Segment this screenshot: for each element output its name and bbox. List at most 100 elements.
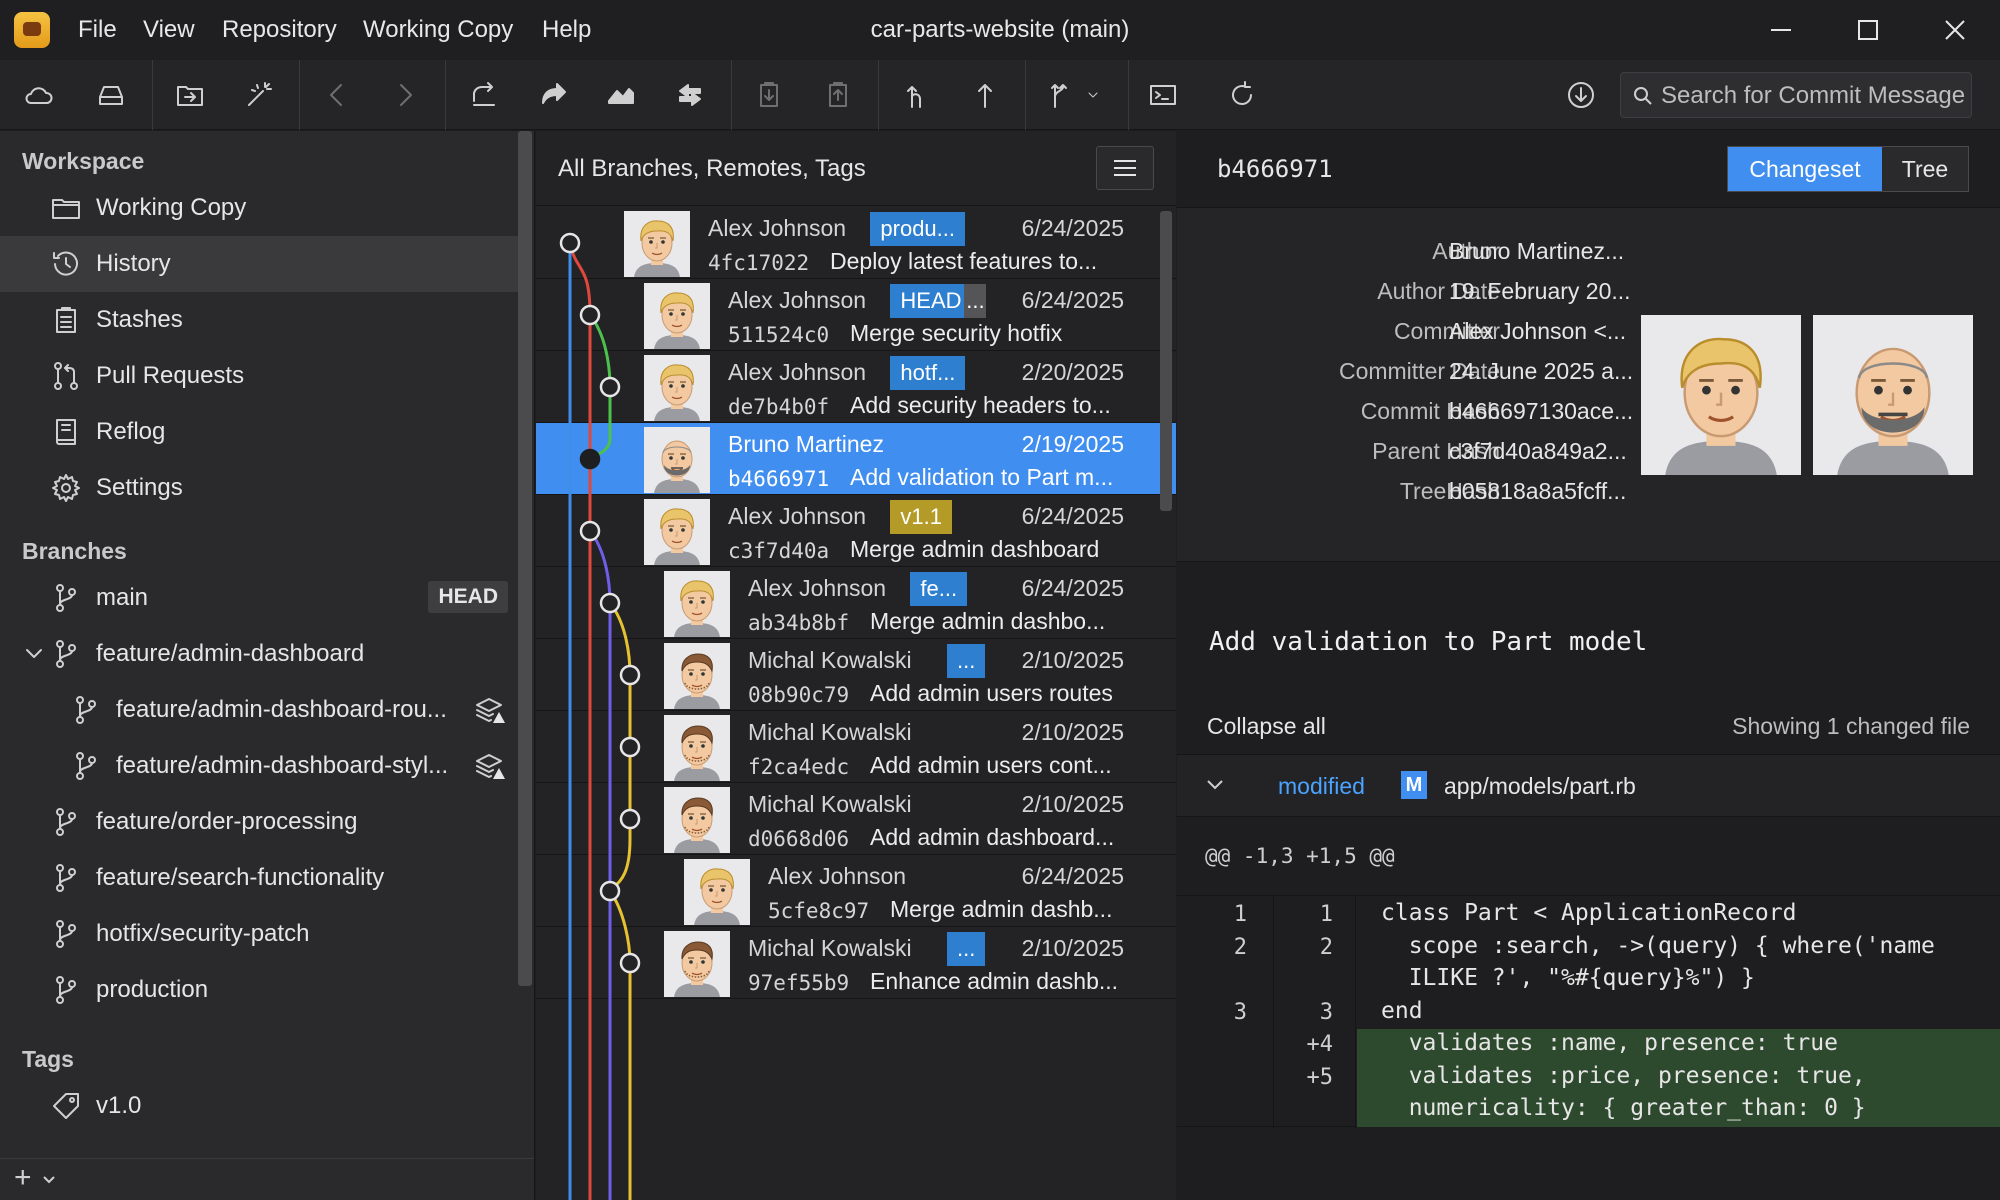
sidebar-item-history[interactable]: History — [0, 236, 518, 292]
sidebar-item-stashes[interactable]: Stashes — [0, 292, 518, 348]
commit-node[interactable] — [579, 520, 601, 542]
commit-node[interactable] — [599, 592, 621, 614]
meta-value[interactable]: 19. February 20... — [1449, 278, 1631, 305]
magic-wand-icon[interactable] — [236, 72, 282, 118]
commit-node[interactable] — [579, 448, 601, 470]
branch-item-search-functionality[interactable]: feature/search-functionality — [0, 850, 518, 906]
ref-badge[interactable]: v1.1 — [890, 500, 952, 534]
minimize-button[interactable] — [1738, 0, 1824, 60]
sidebar-item-working-copy[interactable]: Working Copy — [0, 180, 518, 236]
merge-dropdown-icon[interactable] — [1078, 72, 1108, 118]
commit-author: Alex Johnson — [728, 287, 867, 313]
ref-badge[interactable]: ... — [964, 284, 987, 318]
menu-repository[interactable]: Repository — [222, 16, 337, 44]
old-line-number: 2 — [1233, 934, 1247, 960]
ref-badge[interactable]: HEAD — [890, 284, 972, 318]
commit-node[interactable] — [579, 304, 601, 326]
back-icon[interactable] — [314, 72, 360, 118]
push-icon[interactable] — [598, 72, 644, 118]
commit-node[interactable] — [619, 664, 641, 686]
drive-icon[interactable] — [88, 72, 134, 118]
meta-value[interactable]: Alex Johnson <... — [1449, 318, 1626, 345]
folder-arrow-icon[interactable] — [167, 72, 213, 118]
tag-label: v1.0 — [96, 1092, 142, 1119]
close-button[interactable] — [1912, 0, 1998, 60]
gear-icon — [50, 472, 82, 504]
branch-item-order-processing[interactable]: feature/order-processing — [0, 794, 518, 850]
branch-item-production[interactable]: production — [0, 962, 518, 1018]
meta-value[interactable]: c3f7d40a849a2... — [1449, 438, 1627, 465]
commit-node[interactable] — [619, 736, 641, 758]
history-header: All Branches, Remotes, Tags — [536, 131, 1176, 206]
code-line: class Part < ApplicationRecord — [1381, 900, 1797, 926]
meta-value[interactable]: b05818a8a5fcff... — [1449, 478, 1626, 505]
commit-node[interactable] — [559, 232, 581, 254]
fetch-icon[interactable] — [530, 72, 576, 118]
branch-icon — [70, 694, 102, 726]
unstash-icon[interactable] — [815, 72, 861, 118]
branch-filter-label[interactable]: All Branches, Remotes, Tags — [558, 155, 866, 183]
branch-item-admin-dashboard-routes[interactable]: feature/admin-dashboard-rou... — [0, 682, 518, 738]
search-input[interactable] — [1661, 81, 1966, 111]
commit-hash: 08b90c79 — [748, 683, 850, 707]
tab-tree[interactable]: Tree — [1882, 147, 1968, 191]
menu-help[interactable]: Help — [542, 16, 591, 44]
commit-node[interactable] — [599, 880, 621, 902]
sidebar-item-settings[interactable]: Settings — [0, 460, 518, 516]
commit-author: Michal Kowalski — [748, 935, 912, 961]
download-icon[interactable] — [1558, 72, 1604, 118]
menu-working-copy[interactable]: Working Copy — [363, 16, 513, 44]
branch-icon[interactable] — [893, 72, 939, 118]
modified-badge: M — [1401, 771, 1427, 799]
meta-value[interactable]: b466697130ace... — [1449, 398, 1633, 425]
chevron-down-icon[interactable] — [18, 638, 50, 670]
ref-badge[interactable]: produ... — [870, 212, 965, 246]
stash-icon[interactable] — [746, 72, 792, 118]
tab-changeset[interactable]: Changeset — [1728, 147, 1882, 191]
commit-node[interactable] — [599, 376, 621, 398]
menu-file[interactable]: File — [78, 16, 117, 44]
ref-badge[interactable]: fe... — [910, 572, 968, 606]
ref-badge[interactable]: hotf... — [890, 356, 966, 390]
cloud-icon[interactable] — [16, 72, 62, 118]
changed-file-row[interactable]: modified M app/models/part.rb — [1177, 754, 2000, 817]
menu-view[interactable]: View — [143, 16, 195, 44]
ref-badge[interactable]: ... — [947, 932, 986, 966]
history-menu-button[interactable] — [1096, 146, 1154, 190]
commit-date: 2/10/2025 — [1021, 791, 1124, 817]
commit-avatar — [664, 571, 730, 637]
commit-hash: 4fc17022 — [708, 251, 810, 275]
branch-item-feature-admin-dashboard[interactable]: feature/admin-dashboard — [0, 626, 518, 682]
chevron-down-icon[interactable] — [1205, 775, 1225, 795]
old-line-number: 1 — [1233, 902, 1247, 927]
branch-icon — [50, 638, 82, 670]
ref-badge[interactable]: ... — [947, 644, 986, 678]
history-scrollbar[interactable] — [1160, 211, 1172, 511]
branch-item-admin-dashboard-styles[interactable]: feature/admin-dashboard-styl... — [0, 738, 518, 794]
branch-item-hotfix-security-patch[interactable]: hotfix/security-patch — [0, 906, 518, 962]
search-box[interactable] — [1620, 72, 1972, 118]
tag-item-v1-0[interactable]: v1.0 — [0, 1078, 518, 1134]
chevron-down-icon[interactable] — [42, 1175, 56, 1185]
commit-node[interactable] — [619, 808, 641, 830]
sidebar-scrollbar[interactable] — [518, 131, 532, 986]
forward-icon[interactable] — [382, 72, 428, 118]
pull-icon[interactable] — [461, 72, 507, 118]
folder-icon — [50, 192, 82, 224]
tag-up-icon[interactable] — [962, 72, 1008, 118]
sidebar-item-label: Working Copy — [96, 194, 247, 221]
meta-value[interactable]: Bruno Martinez... — [1449, 238, 1624, 265]
meta-value[interactable]: 24. June 2025 a... — [1449, 358, 1633, 385]
sidebar-item-pull-requests[interactable]: Pull Requests — [0, 348, 518, 404]
sync-icon[interactable] — [667, 72, 713, 118]
branch-item-main[interactable]: main HEAD — [0, 570, 518, 626]
sidebar-item-reflog[interactable]: Reflog — [0, 404, 518, 460]
refresh-icon[interactable] — [1219, 72, 1265, 118]
add-button[interactable]: + — [14, 1161, 32, 1195]
branch-label: production — [96, 976, 209, 1003]
commit-node[interactable] — [619, 952, 641, 974]
diff-view[interactable]: 1 1 class Part < ApplicationRecord 2 2 scope… — [1177, 895, 2000, 1128]
maximize-button[interactable] — [1825, 0, 1911, 60]
collapse-all-button[interactable]: Collapse all — [1207, 713, 1326, 740]
terminal-icon[interactable] — [1140, 72, 1186, 118]
